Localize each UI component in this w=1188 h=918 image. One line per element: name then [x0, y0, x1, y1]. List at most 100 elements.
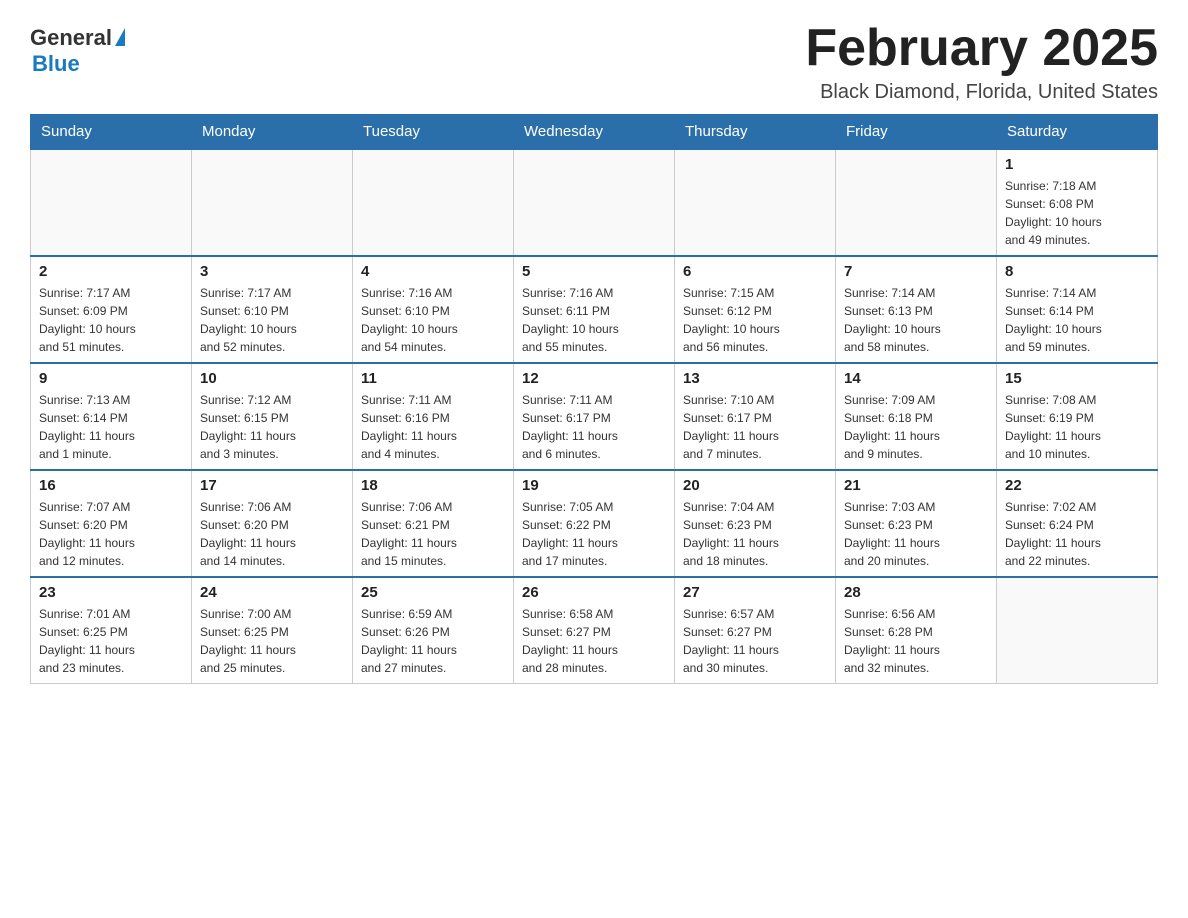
day-info: Sunrise: 7:03 AMSunset: 6:23 PMDaylight:… — [844, 498, 988, 570]
day-number: 12 — [522, 370, 666, 387]
calendar-cell: 7 Sunrise: 7:14 AMSunset: 6:13 PMDaylight… — [836, 256, 997, 363]
day-number: 3 — [200, 263, 344, 280]
calendar-day-header: Friday — [836, 115, 997, 150]
day-info: Sunrise: 7:17 AMSunset: 6:09 PMDaylight:… — [39, 284, 183, 356]
calendar-cell — [514, 149, 675, 256]
calendar-week-row: 1 Sunrise: 7:18 AMSunset: 6:08 PMDaylight… — [31, 149, 1158, 256]
calendar-week-row: 16 Sunrise: 7:07 AMSunset: 6:20 PMDayligh… — [31, 470, 1158, 577]
logo: General Blue — [30, 20, 125, 77]
day-info: Sunrise: 7:10 AMSunset: 6:17 PMDaylight:… — [683, 391, 827, 463]
day-info: Sunrise: 7:07 AMSunset: 6:20 PMDaylight:… — [39, 498, 183, 570]
calendar-cell: 20 Sunrise: 7:04 AMSunset: 6:23 PMDayligh… — [675, 470, 836, 577]
day-info: Sunrise: 7:14 AMSunset: 6:13 PMDaylight:… — [844, 284, 988, 356]
day-number: 19 — [522, 477, 666, 494]
month-title: February 2025 — [805, 20, 1158, 77]
calendar-day-header: Thursday — [675, 115, 836, 150]
day-info: Sunrise: 6:58 AMSunset: 6:27 PMDaylight:… — [522, 605, 666, 677]
page-header: General Blue February 2025 Black Diamond… — [30, 20, 1158, 104]
day-info: Sunrise: 7:16 AMSunset: 6:11 PMDaylight:… — [522, 284, 666, 356]
day-number: 21 — [844, 477, 988, 494]
day-number: 8 — [1005, 263, 1149, 280]
day-number: 28 — [844, 584, 988, 601]
day-info: Sunrise: 7:04 AMSunset: 6:23 PMDaylight:… — [683, 498, 827, 570]
day-number: 18 — [361, 477, 505, 494]
calendar-cell: 19 Sunrise: 7:05 AMSunset: 6:22 PMDayligh… — [514, 470, 675, 577]
day-number: 10 — [200, 370, 344, 387]
calendar-cell: 14Sunrise: 7:09 AMSunset: 6:18 PMDayligh… — [836, 363, 997, 470]
day-number: 2 — [39, 263, 183, 280]
calendar-table: SundayMondayTuesdayWednesdayThursdayFrid… — [30, 114, 1158, 684]
day-number: 5 — [522, 263, 666, 280]
calendar-cell: 12 Sunrise: 7:11 AMSunset: 6:17 PMDayligh… — [514, 363, 675, 470]
day-info: Sunrise: 6:56 AMSunset: 6:28 PMDaylight:… — [844, 605, 988, 677]
calendar-cell: 27 Sunrise: 6:57 AMSunset: 6:27 PMDayligh… — [675, 577, 836, 684]
day-info: Sunrise: 6:59 AMSunset: 6:26 PMDaylight:… — [361, 605, 505, 677]
day-number: 17 — [200, 477, 344, 494]
calendar-cell — [675, 149, 836, 256]
day-number: 1 — [1005, 156, 1149, 173]
calendar-cell: 11 Sunrise: 7:11 AMSunset: 6:16 PMDayligh… — [353, 363, 514, 470]
day-number: 22 — [1005, 477, 1149, 494]
calendar-cell — [836, 149, 997, 256]
day-info: Sunrise: 7:12 AMSunset: 6:15 PMDaylight:… — [200, 391, 344, 463]
day-number: 11 — [361, 370, 505, 387]
calendar-week-row: 9Sunrise: 7:13 AMSunset: 6:14 PMDaylight… — [31, 363, 1158, 470]
calendar-cell: 28 Sunrise: 6:56 AMSunset: 6:28 PMDayligh… — [836, 577, 997, 684]
day-info: Sunrise: 7:00 AMSunset: 6:25 PMDaylight:… — [200, 605, 344, 677]
day-info: Sunrise: 7:18 AMSunset: 6:08 PMDaylight:… — [1005, 177, 1149, 249]
calendar-cell: 2 Sunrise: 7:17 AMSunset: 6:09 PMDaylight… — [31, 256, 192, 363]
day-info: Sunrise: 7:09 AMSunset: 6:18 PMDaylight:… — [844, 391, 988, 463]
calendar-cell: 8 Sunrise: 7:14 AMSunset: 6:14 PMDaylight… — [997, 256, 1158, 363]
calendar-cell: 1 Sunrise: 7:18 AMSunset: 6:08 PMDaylight… — [997, 149, 1158, 256]
day-number: 6 — [683, 263, 827, 280]
calendar-day-header: Saturday — [997, 115, 1158, 150]
calendar-day-header: Monday — [192, 115, 353, 150]
day-info: Sunrise: 7:15 AMSunset: 6:12 PMDaylight:… — [683, 284, 827, 356]
calendar-cell — [353, 149, 514, 256]
day-number: 4 — [361, 263, 505, 280]
calendar-cell: 22 Sunrise: 7:02 AMSunset: 6:24 PMDayligh… — [997, 470, 1158, 577]
calendar-cell: 4Sunrise: 7:16 AMSunset: 6:10 PMDaylight… — [353, 256, 514, 363]
calendar-cell: 24 Sunrise: 7:00 AMSunset: 6:25 PMDayligh… — [192, 577, 353, 684]
day-number: 15 — [1005, 370, 1149, 387]
calendar-cell: 9Sunrise: 7:13 AMSunset: 6:14 PMDaylight… — [31, 363, 192, 470]
day-number: 24 — [200, 584, 344, 601]
day-info: Sunrise: 7:01 AMSunset: 6:25 PMDaylight:… — [39, 605, 183, 677]
day-number: 27 — [683, 584, 827, 601]
calendar-day-header: Tuesday — [353, 115, 514, 150]
day-number: 16 — [39, 477, 183, 494]
calendar-day-header: Wednesday — [514, 115, 675, 150]
calendar-week-row: 23 Sunrise: 7:01 AMSunset: 6:25 PMDayligh… — [31, 577, 1158, 684]
day-number: 7 — [844, 263, 988, 280]
calendar-cell: 21 Sunrise: 7:03 AMSunset: 6:23 PMDayligh… — [836, 470, 997, 577]
day-info: Sunrise: 7:06 AMSunset: 6:20 PMDaylight:… — [200, 498, 344, 570]
calendar-cell — [192, 149, 353, 256]
day-info: Sunrise: 7:14 AMSunset: 6:14 PMDaylight:… — [1005, 284, 1149, 356]
day-info: Sunrise: 7:11 AMSunset: 6:17 PMDaylight:… — [522, 391, 666, 463]
calendar-cell: 25 Sunrise: 6:59 AMSunset: 6:26 PMDayligh… — [353, 577, 514, 684]
day-info: Sunrise: 6:57 AMSunset: 6:27 PMDaylight:… — [683, 605, 827, 677]
logo-general-text: General — [30, 25, 112, 51]
calendar-cell: 17 Sunrise: 7:06 AMSunset: 6:20 PMDayligh… — [192, 470, 353, 577]
day-info: Sunrise: 7:05 AMSunset: 6:22 PMDaylight:… — [522, 498, 666, 570]
day-info: Sunrise: 7:13 AMSunset: 6:14 PMDaylight:… — [39, 391, 183, 463]
calendar-cell: 16 Sunrise: 7:07 AMSunset: 6:20 PMDayligh… — [31, 470, 192, 577]
calendar-day-header: Sunday — [31, 115, 192, 150]
day-info: Sunrise: 7:11 AMSunset: 6:16 PMDaylight:… — [361, 391, 505, 463]
calendar-cell: 15 Sunrise: 7:08 AMSunset: 6:19 PMDayligh… — [997, 363, 1158, 470]
day-number: 23 — [39, 584, 183, 601]
day-info: Sunrise: 7:17 AMSunset: 6:10 PMDaylight:… — [200, 284, 344, 356]
calendar-header-row: SundayMondayTuesdayWednesdayThursdayFrid… — [31, 115, 1158, 150]
calendar-cell: 23 Sunrise: 7:01 AMSunset: 6:25 PMDayligh… — [31, 577, 192, 684]
day-number: 20 — [683, 477, 827, 494]
calendar-cell — [31, 149, 192, 256]
day-info: Sunrise: 7:02 AMSunset: 6:24 PMDaylight:… — [1005, 498, 1149, 570]
calendar-cell — [997, 577, 1158, 684]
day-number: 25 — [361, 584, 505, 601]
calendar-cell: 13Sunrise: 7:10 AMSunset: 6:17 PMDayligh… — [675, 363, 836, 470]
calendar-cell: 3 Sunrise: 7:17 AMSunset: 6:10 PMDaylight… — [192, 256, 353, 363]
calendar-cell: 6 Sunrise: 7:15 AMSunset: 6:12 PMDaylight… — [675, 256, 836, 363]
calendar-week-row: 2 Sunrise: 7:17 AMSunset: 6:09 PMDaylight… — [31, 256, 1158, 363]
day-info: Sunrise: 7:08 AMSunset: 6:19 PMDaylight:… — [1005, 391, 1149, 463]
day-number: 26 — [522, 584, 666, 601]
